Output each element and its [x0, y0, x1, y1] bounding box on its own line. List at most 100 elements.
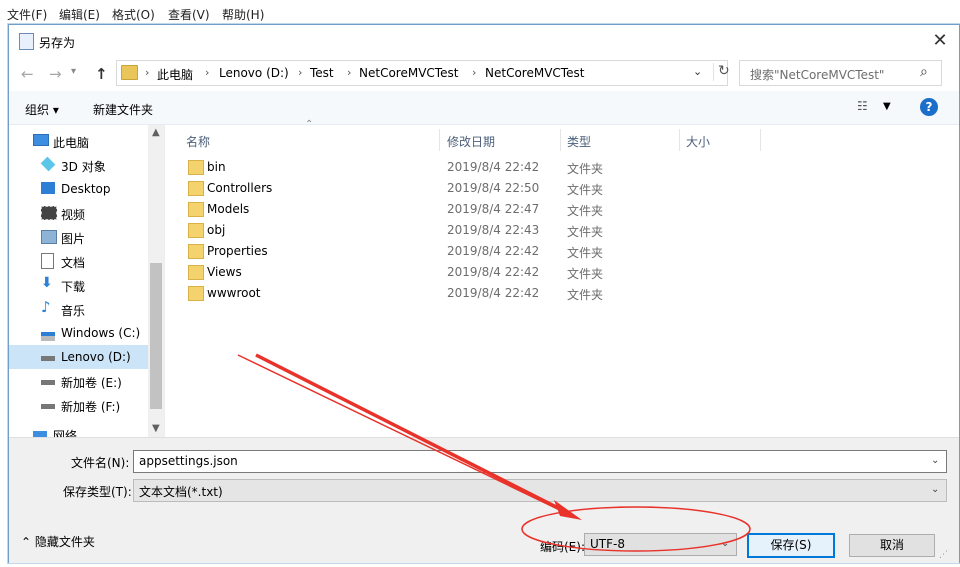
breadcrumb-separator-icon[interactable]: ›	[298, 66, 302, 79]
breadcrumb-separator-icon[interactable]: ›	[347, 66, 351, 79]
nav-item-volume-e[interactable]: 新加卷 (E:)	[9, 369, 148, 393]
chevron-down-icon[interactable]: ⌄	[931, 455, 939, 466]
navigation-pane: 此电脑 3D 对象 Desktop 视频 图片 文档 ⬇ 下载 ♪ 音乐 Win…	[9, 125, 164, 437]
breadcrumb-test[interactable]: Test	[310, 66, 334, 80]
nav-scrollbar-thumb[interactable]	[150, 263, 162, 409]
menu-help[interactable]: 帮助(H)	[222, 6, 264, 23]
file-row[interactable]: obj 2019/8/4 22:43 文件夹	[179, 220, 759, 241]
breadcrumb-separator-icon[interactable]: ›	[145, 66, 149, 79]
new-folder-button[interactable]: 新建文件夹	[93, 101, 153, 118]
forward-arrow-icon[interactable]: →	[49, 65, 62, 83]
help-button[interactable]: ?	[920, 98, 938, 116]
search-input[interactable]: 搜索"NetCoreMVCTest"	[750, 66, 884, 83]
search-box[interactable]: 搜索"NetCoreMVCTest" ⌕	[739, 60, 942, 86]
nav-item-desktop[interactable]: Desktop	[9, 177, 148, 201]
pane-divider[interactable]	[164, 125, 165, 437]
menu-format[interactable]: 格式(O)	[112, 6, 155, 23]
file-row[interactable]: Controllers 2019/8/4 22:50 文件夹	[179, 178, 759, 199]
chevron-down-icon[interactable]: ⌄	[721, 538, 729, 549]
nav-item-3d-objects[interactable]: 3D 对象	[9, 153, 148, 177]
dialog-titlebar[interactable]: 另存为 ✕	[9, 25, 959, 57]
chevron-down-icon[interactable]: ▼	[883, 101, 891, 112]
nav-item-windows-c[interactable]: Windows (C:)	[9, 321, 148, 345]
nav-item-lenovo-d[interactable]: Lenovo (D:)	[9, 345, 148, 369]
pc-icon	[33, 134, 49, 146]
nav-item-network[interactable]: 网络	[9, 429, 148, 437]
drive-icon	[41, 404, 55, 409]
encoding-select[interactable]: UTF-8 ⌄	[584, 533, 737, 556]
windows-drive-icon	[41, 332, 55, 341]
notepad-icon	[19, 33, 34, 50]
refresh-icon[interactable]: ↻	[713, 63, 734, 81]
nav-item-documents[interactable]: 文档	[9, 249, 148, 273]
back-arrow-icon[interactable]: ←	[21, 65, 34, 83]
filename-value: appsettings.json	[139, 454, 238, 468]
save-button[interactable]: 保存(S)	[747, 533, 835, 558]
chevron-up-icon: ⌃	[21, 535, 35, 549]
menu-file[interactable]: 文件(F)	[7, 6, 47, 23]
drive-icon	[41, 356, 55, 361]
filename-input[interactable]: appsettings.json ⌄	[133, 450, 947, 473]
column-header-name[interactable]: 名称	[179, 129, 440, 151]
chevron-down-icon[interactable]: ⌄	[693, 65, 702, 78]
menu-edit[interactable]: 编辑(E)	[59, 6, 100, 23]
dialog-title: 另存为	[39, 36, 76, 50]
desktop-icon	[41, 182, 55, 194]
music-icon: ♪	[41, 298, 51, 316]
cancel-button[interactable]: 取消	[849, 534, 935, 557]
address-bar[interactable]: › 此电脑 › Lenovo (D:) › Test › NetCoreMVCT…	[116, 60, 730, 86]
file-row[interactable]: Properties 2019/8/4 22:42 文件夹	[179, 241, 759, 262]
file-row[interactable]: wwwroot 2019/8/4 22:42 文件夹	[179, 283, 759, 304]
breadcrumb-netcoremvctest-current[interactable]: NetCoreMVCTest	[485, 66, 584, 80]
recent-locations-chevron-icon[interactable]: ▾	[71, 66, 76, 77]
chevron-down-icon[interactable]: ⌄	[931, 484, 939, 495]
file-row[interactable]: Models 2019/8/4 22:47 文件夹	[179, 199, 759, 220]
filetype-label: 保存类型(T):	[63, 485, 132, 499]
nav-item-downloads[interactable]: ⬇ 下载	[9, 273, 148, 297]
breadcrumb-netcoremvctest[interactable]: NetCoreMVCTest	[359, 66, 458, 80]
scroll-up-icon[interactable]: ▲	[152, 127, 160, 138]
folder-icon	[188, 160, 204, 175]
filetype-value: 文本文档(*.txt)	[139, 485, 223, 499]
resize-grip-icon[interactable]: ⋰	[939, 550, 948, 560]
breadcrumb-separator-icon[interactable]: ›	[205, 66, 209, 79]
view-options-icon[interactable]: ☷	[857, 99, 868, 113]
nav-item-pictures[interactable]: 图片	[9, 225, 148, 249]
folder-icon	[188, 181, 204, 196]
breadcrumb-separator-icon[interactable]: ›	[472, 66, 476, 79]
encoding-value: UTF-8	[590, 537, 625, 551]
column-header-size[interactable]: 大小	[680, 129, 761, 151]
document-icon	[41, 253, 54, 269]
folder-icon	[188, 244, 204, 259]
filename-label: 文件名(N):	[71, 456, 130, 470]
breadcrumb-this-pc[interactable]: 此电脑	[157, 66, 193, 83]
drive-icon	[41, 380, 55, 385]
column-header-type[interactable]: 类型	[561, 129, 680, 151]
breadcrumb-lenovo-d[interactable]: Lenovo (D:)	[219, 66, 289, 80]
notepad-menubar: 文件(F) 编辑(E) 格式(O) 查看(V) 帮助(H)	[0, 0, 960, 24]
folder-icon	[188, 265, 204, 280]
command-toolbar: 组织 ▾ 新建文件夹 ☷ ▼ ?	[9, 91, 959, 125]
hide-folders-toggle[interactable]: ⌃ 隐藏文件夹	[21, 533, 95, 550]
organize-button[interactable]: 组织 ▾	[25, 101, 59, 118]
menu-view[interactable]: 查看(V)	[168, 6, 210, 23]
download-icon: ⬇	[41, 275, 53, 291]
scroll-down-icon[interactable]: ▼	[152, 423, 160, 434]
file-row[interactable]: bin 2019/8/4 22:42 文件夹	[179, 157, 759, 178]
search-icon[interactable]: ⌕	[920, 64, 928, 80]
encoding-label: 编码(E):	[540, 540, 585, 554]
filetype-select[interactable]: 文本文档(*.txt) ⌄	[133, 479, 947, 502]
file-row[interactable]: Views 2019/8/4 22:42 文件夹	[179, 262, 759, 283]
folder-icon	[188, 286, 204, 301]
folder-icon	[121, 65, 138, 80]
folder-icon	[188, 202, 204, 217]
close-button[interactable]: ✕	[921, 25, 959, 57]
video-icon	[41, 206, 57, 220]
up-arrow-icon[interactable]: ↑	[95, 65, 108, 83]
nav-item-volume-f[interactable]: 新加卷 (F:)	[9, 393, 148, 417]
folder-icon	[188, 223, 204, 238]
nav-item-music[interactable]: ♪ 音乐	[9, 297, 148, 321]
column-header-date[interactable]: 修改日期	[440, 129, 561, 151]
nav-item-videos[interactable]: 视频	[9, 201, 148, 225]
nav-item-this-pc[interactable]: 此电脑	[9, 129, 148, 153]
